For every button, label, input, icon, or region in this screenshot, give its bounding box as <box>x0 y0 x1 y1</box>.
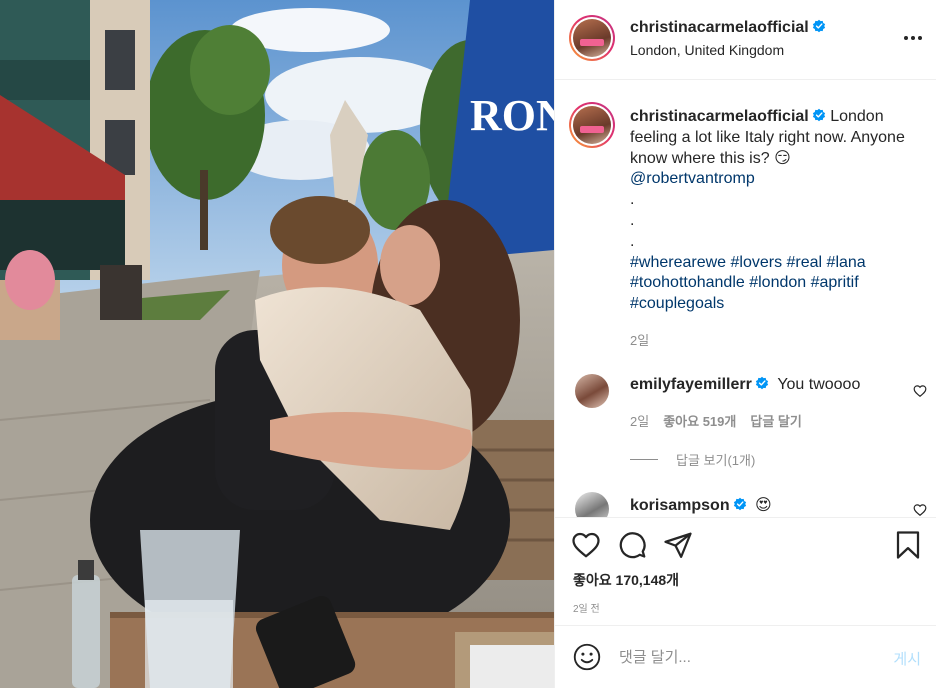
caption-author-avatar[interactable] <box>569 102 615 148</box>
bookmark-icon[interactable] <box>893 530 923 560</box>
commenter-avatar[interactable] <box>575 492 609 517</box>
caption-hashtags[interactable]: #couplegoals <box>630 295 724 312</box>
like-count[interactable]: 좋아요 170,148개 <box>573 570 679 590</box>
author-avatar[interactable] <box>569 15 615 61</box>
photo-illustration: RON <box>0 0 554 688</box>
comment-input[interactable] <box>619 644 869 670</box>
caption-hashtags[interactable]: #toohottohandle #london #apritif <box>630 274 859 291</box>
svg-text:RON: RON <box>470 91 554 140</box>
comment-like-count[interactable]: 좋아요 519개 <box>663 414 736 429</box>
comment-meta: 2일 좋아요 519개 답글 달기 <box>630 411 816 430</box>
caption-dot: . <box>630 232 635 250</box>
replies-divider <box>630 459 658 460</box>
reply-button[interactable]: 답글 달기 <box>750 414 801 429</box>
comment-time[interactable]: 2일 <box>630 414 649 429</box>
post-timestamp[interactable]: 2일 전 <box>573 600 600 615</box>
share-icon[interactable] <box>663 530 693 560</box>
verified-badge-icon <box>812 108 825 122</box>
view-replies-button[interactable]: 답글 보기(1개) <box>630 450 755 469</box>
verified-badge-icon <box>812 19 825 33</box>
post-header: christinacarmelaofficial London, United … <box>555 0 936 80</box>
comment-like-heart-icon[interactable] <box>913 503 927 517</box>
comment-icon[interactable] <box>617 530 647 560</box>
comment-author[interactable]: emilyfayemillerr <box>630 376 752 393</box>
caption-dot: . <box>630 191 635 209</box>
comment-text: 😍 <box>755 497 772 514</box>
more-options-icon[interactable] <box>903 28 923 48</box>
post-photo[interactable]: RON <box>0 0 554 688</box>
comment-text: You twoooo <box>777 376 861 393</box>
comment-author[interactable]: korisampson <box>630 497 730 514</box>
verified-badge-icon <box>755 376 768 390</box>
post-comment-button[interactable]: 게시 <box>893 648 921 669</box>
author-username[interactable]: christinacarmelaofficial <box>630 19 809 36</box>
verified-badge-icon <box>733 497 746 511</box>
post-caption: christinacarmelaofficial London feeling … <box>630 107 920 315</box>
view-replies-label: 답글 보기(1개) <box>676 453 756 468</box>
caption-time[interactable]: 2일 <box>630 330 649 349</box>
post-sidebar: christinacarmelaofficial London, United … <box>554 0 936 688</box>
emoji-icon[interactable] <box>573 643 601 671</box>
heart-icon[interactable] <box>571 530 601 560</box>
post-actions: 좋아요 170,148개 2일 전 <box>555 517 936 625</box>
caption-author[interactable]: christinacarmelaofficial <box>630 108 809 125</box>
instagram-post: RON christinacarmelaofficial London, Uni… <box>0 0 936 688</box>
caption-hashtags[interactable]: #wherearewe #lovers #real #lana <box>630 254 866 271</box>
comment-item: emilyfayemillerr You twoooo <box>630 376 860 394</box>
caption-mention[interactable]: @robertvantromp <box>630 170 755 187</box>
comment-composer: 게시 <box>555 625 936 688</box>
comment-item: korisampson 😍 <box>630 495 772 515</box>
caption-dot: . <box>630 211 635 229</box>
comment-like-heart-icon[interactable] <box>913 384 927 398</box>
author-name-row: christinacarmelaofficial <box>630 19 826 37</box>
post-location[interactable]: London, United Kingdom <box>630 42 784 58</box>
commenter-avatar[interactable] <box>575 374 609 408</box>
comments-list[interactable]: christinacarmelaofficial London feeling … <box>555 81 936 517</box>
